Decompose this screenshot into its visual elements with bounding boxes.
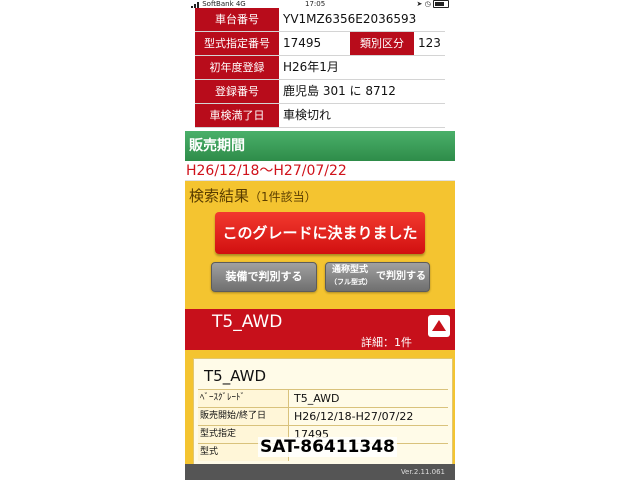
carrier-text: SoftBank 4G bbox=[202, 0, 246, 8]
status-right: ➤ ◷ bbox=[417, 0, 449, 8]
location-icon: ➤ bbox=[416, 0, 423, 8]
category-value: 123 bbox=[418, 36, 441, 50]
detail-row-sales-dates: 販売開始/終了日 H26/12/18-H27/07/22 bbox=[198, 407, 448, 425]
status-bar: SoftBank 4G 17:05 ➤ ◷ bbox=[185, 0, 455, 8]
chassis-number-label: 車台番号 bbox=[195, 8, 279, 31]
chassis-number-value: YV1MZ6356E2036593 bbox=[283, 12, 417, 26]
sales-dates-value: H26/12/18-H27/07/22 bbox=[294, 410, 414, 423]
first-registration-value: H26年1月 bbox=[283, 60, 339, 74]
grade-detail-count: 詳細：1件 bbox=[361, 336, 412, 349]
vehicle-row-inspection: 車検満了日 車検切れ bbox=[195, 104, 445, 128]
identify-by-equipment-button[interactable]: 装備で判別する bbox=[211, 262, 317, 292]
carrier-label: SoftBank 4G bbox=[191, 0, 246, 8]
search-result-count: （1件該当） bbox=[249, 190, 317, 204]
collapse-button[interactable] bbox=[428, 315, 450, 337]
category-label: 類別区分 bbox=[350, 32, 414, 55]
grade-card-title: T5_AWD bbox=[204, 367, 267, 385]
model-designation-value: 17495 bbox=[283, 36, 322, 50]
registration-number-value: 鹿児島 301 に 8712 bbox=[283, 84, 396, 98]
inspection-expiry-label: 車検満了日 bbox=[195, 104, 279, 127]
vehicle-row-reg-number: 登録番号 鹿児島 301 に 8712 bbox=[195, 80, 445, 104]
first-registration-label: 初年度登録 bbox=[195, 56, 279, 79]
search-result-title: 検索結果（1件該当） bbox=[189, 185, 317, 206]
vehicle-row-model: 型式指定番号 17495 類別区分 123 bbox=[195, 32, 445, 56]
grade-header[interactable]: T5_AWD 詳細：1件 bbox=[185, 309, 455, 350]
search-result-area: 検索結果（1件該当） このグレードに決まりました 装備で判別する 通称型式 （フ… bbox=[185, 181, 455, 309]
inspection-expiry-value: 車検切れ bbox=[283, 108, 332, 122]
decide-grade-button[interactable]: このグレードに決まりました bbox=[215, 212, 425, 254]
triangle-up-icon bbox=[432, 320, 446, 331]
base-grade-label: ﾍﾞｰｽｸﾞﾚｰﾄﾞ bbox=[198, 390, 289, 407]
full-model-label: （フル型式） bbox=[330, 278, 372, 286]
base-grade-value: T5_AWD bbox=[294, 392, 340, 405]
vehicle-row-chassis: 車台番号 YV1MZ6356E2036593 bbox=[195, 8, 445, 32]
signal-icon bbox=[191, 6, 193, 8]
registration-number-label: 登録番号 bbox=[195, 80, 279, 103]
grade-name: T5_AWD bbox=[212, 312, 283, 332]
version-label: Ver.2.11.061 bbox=[400, 468, 445, 476]
model-code-label: 通称型式 bbox=[332, 265, 369, 275]
bottom-bar: Ver.2.11.061 bbox=[185, 464, 455, 480]
vehicle-info-table: 車台番号 YV1MZ6356E2036593 型式指定番号 17495 類別区分… bbox=[195, 8, 445, 128]
alarm-icon: ◷ bbox=[424, 0, 431, 8]
identify-suffix-label: で判別する bbox=[376, 271, 426, 282]
vehicle-row-first-reg: 初年度登録 H26年1月 bbox=[195, 56, 445, 80]
detail-row-base-grade: ﾍﾞｰｽｸﾞﾚｰﾄﾞ T5_AWD bbox=[198, 389, 448, 407]
sales-period-header: 販売期間 bbox=[185, 131, 455, 161]
phone-screen: SoftBank 4G 17:05 ➤ ◷ 車台番号 YV1MZ6356E203… bbox=[185, 0, 455, 480]
battery-icon bbox=[433, 0, 449, 8]
watermark-id: SAT-86411348 bbox=[258, 437, 397, 457]
sales-period-range: H26/12/18〜H27/07/22 bbox=[185, 161, 455, 181]
model-designation-label: 型式指定番号 bbox=[195, 32, 279, 55]
status-time: 17:05 bbox=[305, 0, 326, 8]
sales-dates-label: 販売開始/終了日 bbox=[198, 408, 289, 425]
search-result-label: 検索結果 bbox=[189, 187, 250, 205]
identify-by-model-code-button[interactable]: 通称型式 （フル型式） で判別する bbox=[325, 262, 430, 292]
